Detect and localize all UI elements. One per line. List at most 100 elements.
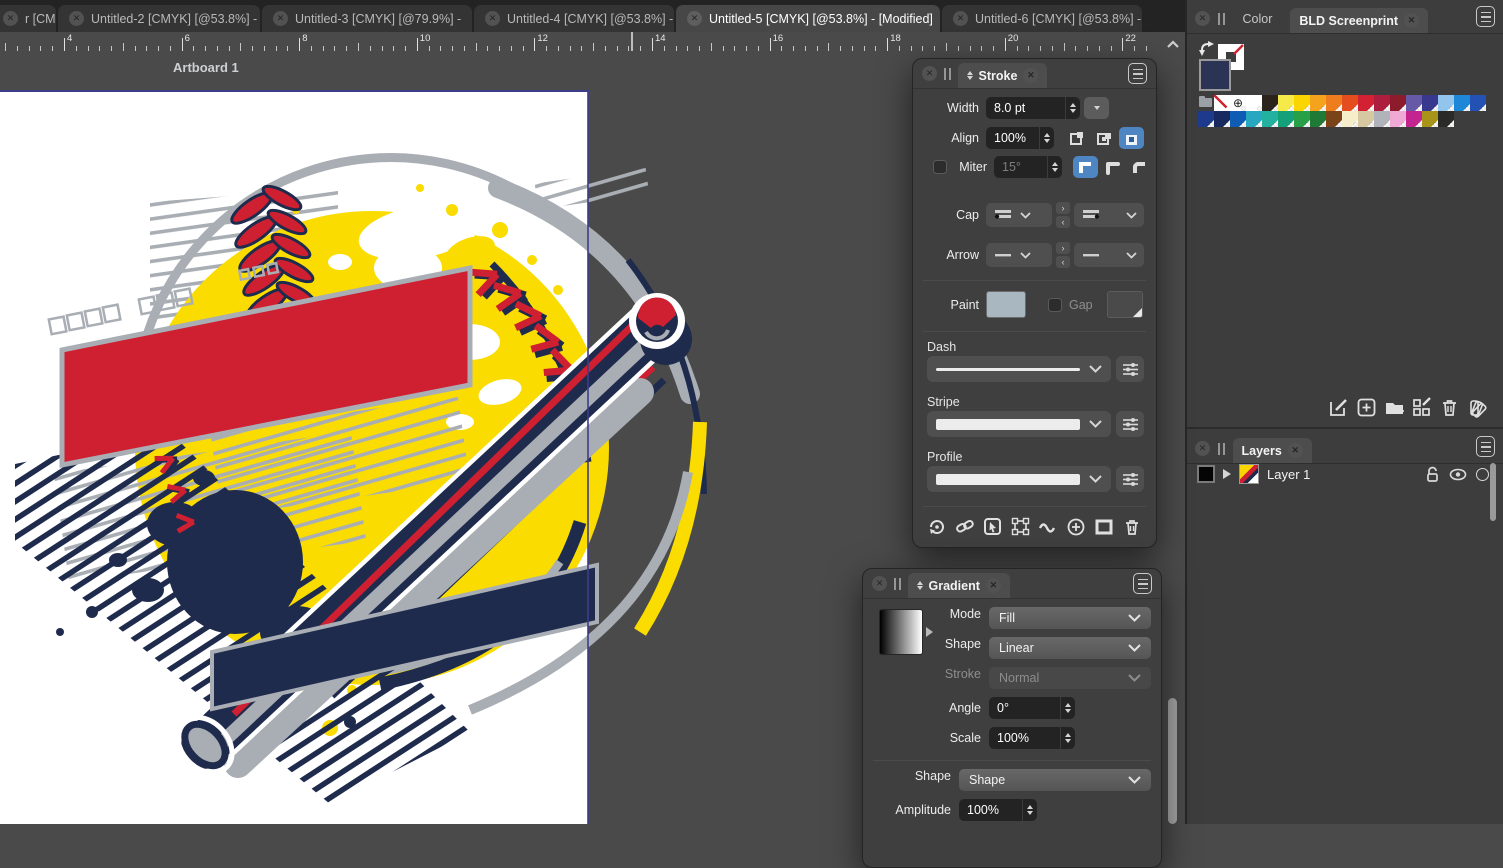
gap-color-swatch[interactable] [1107,291,1143,318]
swatch-8c1c2c[interactable] [1390,95,1406,111]
panel-drag-handle[interactable] [944,68,951,80]
width-preset-dropdown[interactable] [1084,97,1109,119]
scale-stepper[interactable] [1060,727,1075,749]
join-round-button[interactable] [1100,156,1125,178]
layers-scrollbar-thumb[interactable] [1490,463,1496,521]
tab-close-icon[interactable]: ✕ [273,11,288,26]
panel-menu-icon[interactable] [1133,573,1152,594]
import-swatches-icon[interactable] [1384,397,1405,418]
stripe-settings-button[interactable] [1116,411,1144,437]
miter-checkbox[interactable] [933,160,947,174]
reset-stroke-icon[interactable] [927,517,947,537]
unlock-icon[interactable] [1426,466,1440,482]
swatch-23b2a0[interactable] [1262,111,1278,127]
swatch-14a078[interactable] [1278,111,1294,127]
miter-input[interactable]: 15° [994,156,1062,178]
swatch-none[interactable] [1214,95,1230,111]
cap-copy-left-button[interactable]: ‹ [1056,216,1070,228]
scrollbar-up-icon[interactable] [1165,38,1181,52]
layer-disclosure-icon[interactable] [1223,469,1231,479]
tab-close-icon[interactable]: ✕ [1023,68,1038,83]
angle-stepper[interactable] [1060,697,1075,719]
swatch-e44d1e[interactable] [1342,95,1358,111]
swatch-c42490[interactable] [1406,111,1422,127]
tab-document-3[interactable]: ✕ Untitled-4 [CMYK] [@53.8%] - [474,5,674,32]
arrow-end-dropdown[interactable] [1074,243,1144,267]
panel-drag-handle[interactable] [1218,13,1225,25]
gap-checkbox[interactable] [1048,298,1062,312]
trash-icon[interactable] [1122,517,1142,537]
join-bevel-button[interactable] [1127,156,1152,178]
swatch-ad1e3e[interactable] [1374,95,1390,111]
align-input[interactable]: 100% [986,127,1054,149]
tab-document-1[interactable]: ✕ Untitled-2 [CMYK] [@53.8%] - [58,5,260,32]
panel-drag-handle[interactable] [894,578,901,590]
profile-dropdown[interactable] [927,466,1111,492]
miter-stepper[interactable] [1047,156,1062,178]
panel-menu-icon[interactable] [1476,436,1495,457]
fill-stroke-indicator[interactable] [1196,38,1252,90]
tab-close-icon[interactable]: ✕ [69,11,84,26]
panel-menu-icon[interactable] [1476,6,1495,27]
edit-palette-icon[interactable] [1411,397,1432,418]
stroke-panel-tab[interactable]: Stroke ✕ [958,63,1048,88]
mode-dropdown[interactable]: Fill [989,607,1151,629]
swatch-d6c8a0[interactable] [1358,111,1374,127]
link-icon[interactable] [955,517,975,537]
swatch-2b241c[interactable] [1262,95,1278,111]
amplitude-input[interactable]: 100% [959,799,1037,821]
tab-close-icon[interactable]: ✕ [1288,443,1303,458]
align-stepper[interactable] [1039,127,1054,149]
layer-row[interactable]: Layer 1 [1197,464,1489,484]
panel-close-icon[interactable]: ✕ [872,576,887,591]
wave-profile-icon[interactable] [1038,517,1058,537]
arrow-copy-right-button[interactable]: › [1056,242,1070,254]
bounding-box-icon[interactable] [1011,517,1031,537]
swatch-folder[interactable] [1198,95,1214,111]
tab-document-4-active[interactable]: ✕ Untitled-5 [CMYK] [@53.8%] - [Modified… [676,5,940,32]
swatch-37388e[interactable] [1422,95,1438,111]
tab-close-icon[interactable]: ✕ [3,11,18,26]
swatch-f0a8d4[interactable] [1390,111,1406,127]
gradient-expand-icon[interactable] [926,627,933,637]
swatch-registration[interactable]: ⊕ [1230,95,1246,111]
swatch-book-icon[interactable] [1467,397,1488,418]
tab-close-icon[interactable]: ✕ [485,11,500,26]
visibility-eye-icon[interactable] [1449,468,1467,481]
profile-settings-button[interactable] [1116,466,1144,492]
swatch-93c5ec[interactable] [1438,95,1454,111]
cap-copy-right-button[interactable]: › [1056,202,1070,214]
softball-artwork[interactable] [0,92,760,824]
align-center-button[interactable] [1092,127,1117,149]
tab-bld-screenprint[interactable]: BLD Screenprint ✕ [1290,8,1428,33]
swatch-1e87d8[interactable] [1454,95,1470,111]
tab-color[interactable]: Color [1233,12,1283,26]
layer-name[interactable]: Layer 1 [1267,467,1310,482]
trash-icon[interactable] [1439,397,1460,418]
panel-menu-icon[interactable] [1128,63,1147,84]
swatch-7a4418[interactable] [1326,111,1342,127]
swatch-ee7d1e[interactable] [1326,95,1342,111]
width-stepper[interactable] [1065,97,1080,119]
join-miter-button[interactable] [1073,156,1098,178]
stripe-dropdown[interactable] [927,411,1111,437]
dash-dropdown[interactable] [927,356,1111,382]
cap-end-dropdown[interactable] [1074,203,1144,227]
swatch-1e7a34[interactable] [1310,111,1326,127]
swatch-f6e94a[interactable] [1278,95,1294,111]
shape-dropdown[interactable]: Linear [989,637,1151,659]
panel-close-icon[interactable]: ✕ [1195,11,1210,26]
swatch-a89418[interactable] [1422,111,1438,127]
swatch-f6eecb[interactable] [1342,111,1358,127]
artboard-title[interactable]: Artboard 1 [173,60,239,75]
add-preset-icon[interactable] [1066,517,1086,537]
tab-close-icon[interactable]: ✕ [953,11,968,26]
paint-color-swatch[interactable] [986,291,1026,318]
swatch-2a2a28[interactable] [1438,111,1454,127]
panel-drag-handle[interactable] [1218,443,1225,455]
swatch-28a8c0[interactable] [1246,111,1262,127]
edit-swatch-icon[interactable] [1328,397,1349,418]
align-outside-button[interactable] [1119,127,1144,149]
tab-document-5[interactable]: ✕ Untitled-6 [CMYK] [@53.8%] - [942,5,1142,32]
swatch-2452b4[interactable] [1470,95,1486,111]
